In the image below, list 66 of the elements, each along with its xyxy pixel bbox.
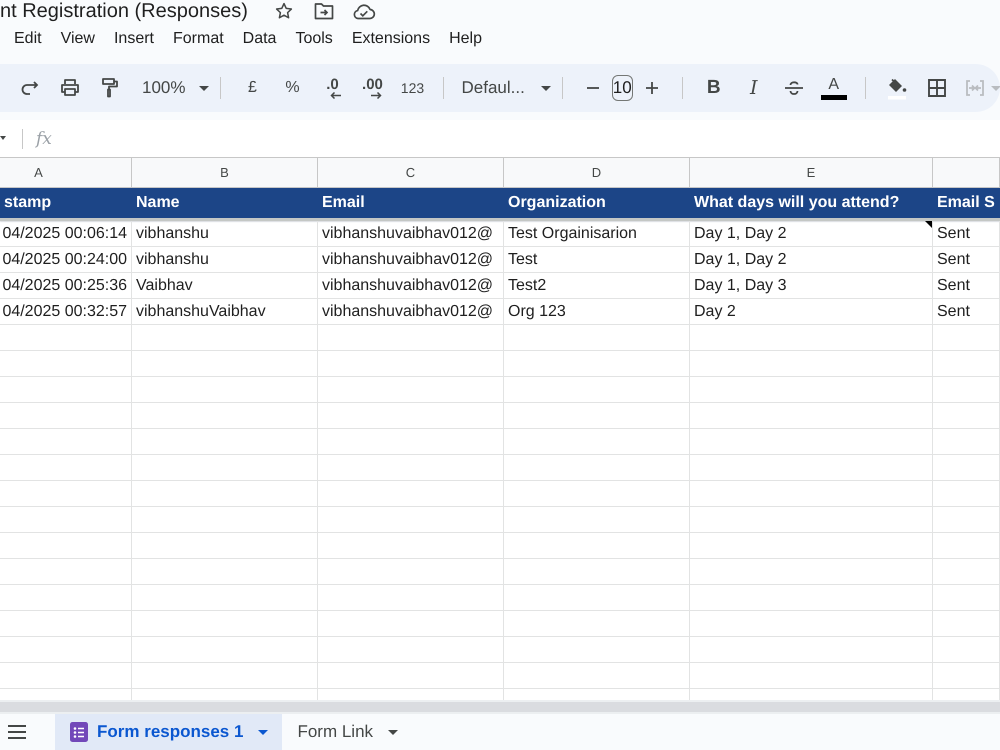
column-header[interactable]: A (0, 158, 132, 187)
document-title[interactable]: nt Registration (Responses) (0, 0, 248, 22)
table-cell: vibhanshu (132, 247, 318, 273)
caret-icon (199, 86, 210, 90)
font-dropdown[interactable]: Defaul... (461, 78, 551, 98)
menu-item[interactable]: Data (242, 30, 276, 48)
arrow-right-icon (370, 92, 382, 98)
table-cell: Test2 (504, 273, 690, 299)
increase-decimal-button[interactable]: .00 (358, 78, 386, 98)
arrow-left-icon (330, 92, 341, 98)
table-cell: vibhanshuVaibhav (132, 299, 318, 325)
zoom-dropdown[interactable]: 100% (142, 78, 210, 98)
caret-icon (388, 730, 398, 734)
caret-icon (540, 86, 551, 90)
table-cell: vibhanshu (132, 221, 318, 247)
table-cell: Test Orgainisarion (504, 221, 690, 247)
scrollbar[interactable] (0, 700, 1000, 714)
table-cell: Day 1, Day 3 (690, 273, 933, 299)
caret-icon (258, 730, 268, 734)
menu-item[interactable]: View (60, 30, 95, 48)
function-label: fx (36, 128, 52, 148)
table-cell: 04/2025 00:24:00 (0, 247, 132, 273)
table-cell: vibhanshuvaibhav012@ (318, 247, 504, 273)
table-cell: Sent (933, 299, 1000, 325)
table-cell: Day 1, Day 2 (690, 221, 933, 247)
column-header[interactable]: C (318, 158, 504, 187)
table-cell: 04/2025 00:25:36 (0, 273, 132, 299)
menu-item[interactable]: Format (172, 30, 224, 48)
table-cell: vibhanshuvaibhav012@ (318, 299, 504, 325)
caret-icon (990, 86, 1000, 90)
caret-icon[interactable] (0, 136, 6, 141)
table-cell: Sent (933, 221, 1000, 247)
font-size-field[interactable]: 10 (612, 75, 633, 101)
menu-item[interactable]: Insert (114, 30, 154, 48)
sheet-tab[interactable]: Form responses 1 (55, 714, 282, 750)
table-cell: Test (504, 247, 690, 273)
folder-arrow-icon[interactable] (314, 2, 334, 20)
text-color-swatch-icon (820, 95, 847, 100)
bold-button[interactable]: B (702, 77, 726, 99)
table-cell: vibhanshuvaibhav012@ (318, 221, 504, 247)
menu-item[interactable]: Help (449, 30, 482, 48)
table-cell: 04/2025 00:06:14 (0, 221, 132, 247)
cloud-check-icon[interactable] (352, 2, 376, 20)
menu-item[interactable]: Edit (14, 30, 42, 48)
text-color-button[interactable]: A (822, 76, 846, 100)
menu-item[interactable]: Tools (295, 30, 333, 48)
table-cell: Org 123 (504, 299, 690, 325)
column-header[interactable]: D (504, 158, 690, 187)
table-cell: Sent (933, 247, 1000, 273)
italic-button[interactable]: I (742, 77, 766, 99)
table-cell: Day 1, Day 2 (690, 247, 933, 273)
table-cell: Sent (933, 273, 1000, 299)
table-cell: Vaibhav (132, 273, 318, 299)
table-cell: Day 2 (690, 299, 933, 325)
decrease-decimal-button[interactable]: .0 (318, 78, 346, 98)
sheet-tab[interactable]: Form Link (282, 714, 412, 750)
percent-button[interactable]: % (280, 79, 304, 97)
number-format-button[interactable]: 123 (400, 80, 424, 96)
menu-item[interactable]: Extensions (352, 30, 430, 48)
table-cell: 04/2025 00:32:57 (0, 299, 132, 325)
column-header[interactable]: E (690, 158, 933, 187)
column-header[interactable]: B (132, 158, 318, 187)
table-cell: vibhanshuvaibhav012@ (318, 273, 504, 299)
currency-button[interactable]: £ (240, 79, 264, 97)
menu-icon[interactable] (8, 725, 26, 739)
star-icon[interactable] (274, 2, 294, 20)
